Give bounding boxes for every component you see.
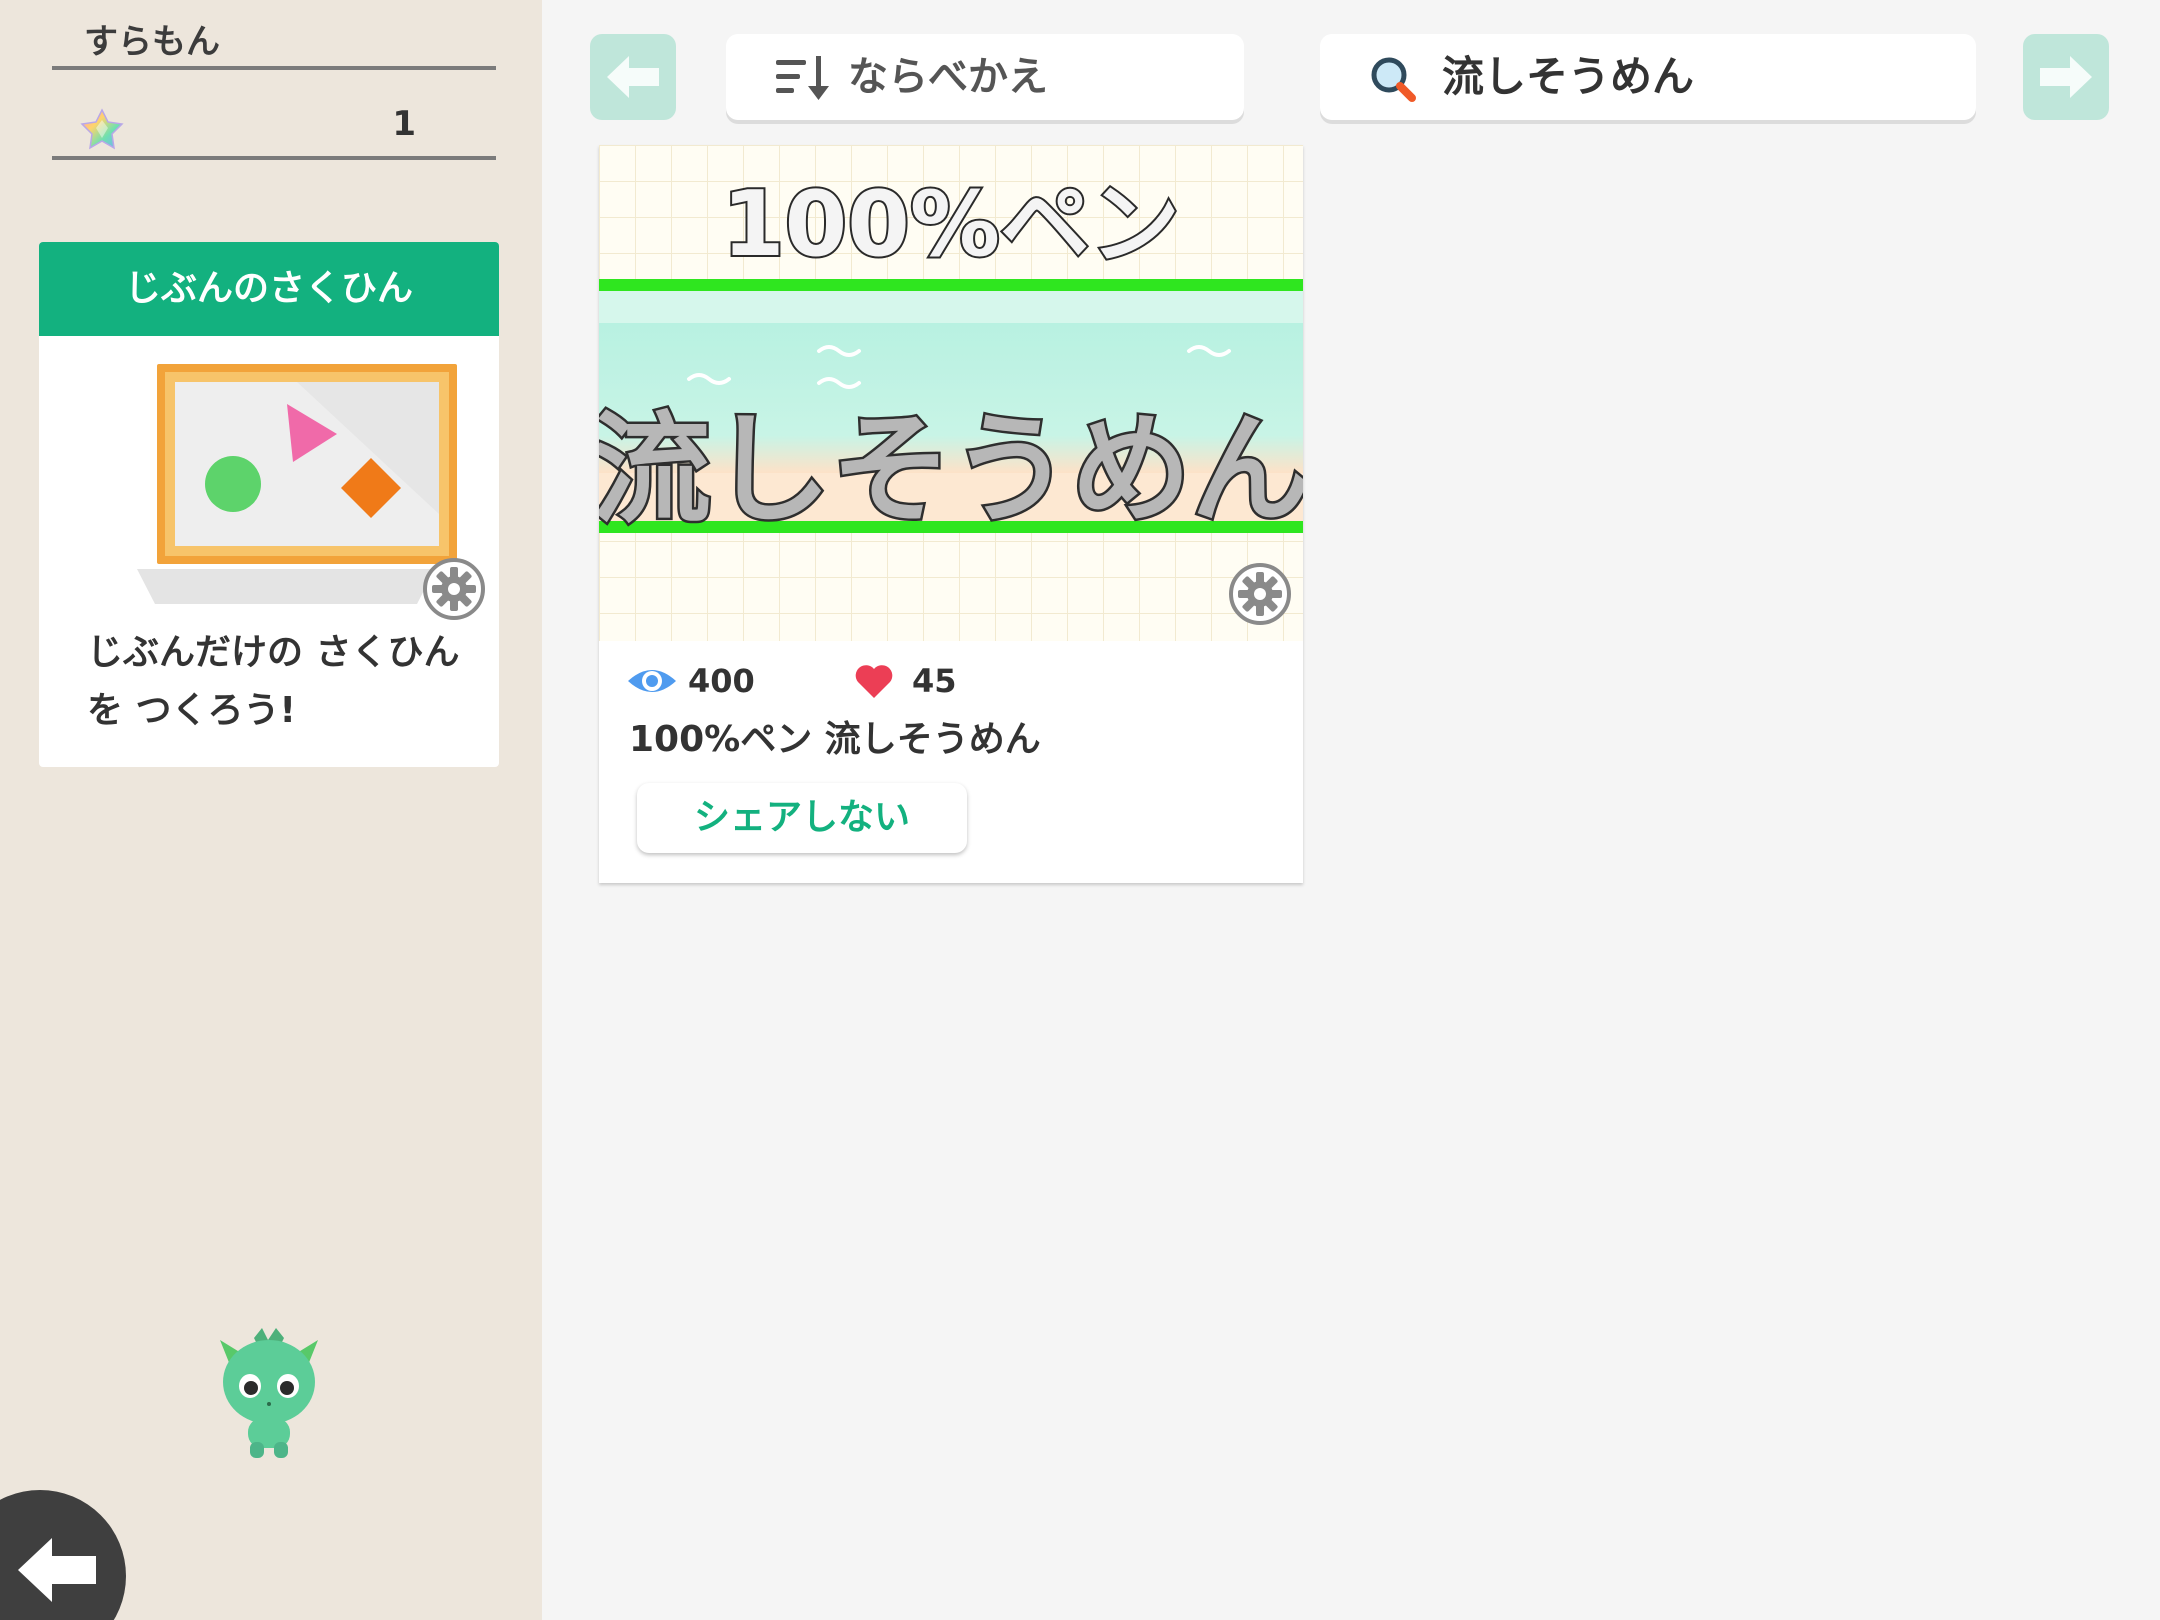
left-arrow-icon <box>18 1538 96 1602</box>
gem-count: 1 <box>392 104 416 144</box>
thumbnail-bottom-text: 流しそうめん <box>599 401 1303 540</box>
gear-icon[interactable] <box>1229 563 1291 625</box>
thumbnail-top-text: 100%ペン <box>722 172 1180 277</box>
next-page-button[interactable] <box>2023 34 2109 120</box>
own-works-header: じぶんのさくひん <box>39 242 499 336</box>
sort-icon <box>776 56 829 100</box>
work-thumbnail[interactable]: 100%ペン 流しそうめん <box>599 145 1303 641</box>
eye-icon <box>628 670 676 692</box>
search-input[interactable]: 流しそうめん <box>1320 34 1976 120</box>
heart-icon <box>855 665 893 698</box>
right-arrow-icon <box>2040 56 2092 98</box>
mascot-character <box>220 1328 318 1458</box>
view-count: 400 <box>688 662 755 700</box>
gem-icon <box>80 108 124 150</box>
sidebar: すらもん 1 じぶんのさくひん じぶんだけの さくひんを つくろう! <box>0 0 542 1620</box>
own-works-card[interactable]: じぶんのさくひん じぶんだけの さくひんを つくろう! <box>39 242 499 767</box>
left-arrow-icon <box>607 56 659 98</box>
sort-label: ならべかえ <box>848 54 1048 100</box>
app-root: すらもん 1 じぶんのさくひん じぶんだけの さくひんを つくろう! ならべかえ… <box>0 0 2160 1620</box>
unshare-button[interactable]: シェアしない <box>637 783 967 853</box>
gear-icon[interactable] <box>423 558 485 620</box>
picture-frame-icon <box>137 364 457 604</box>
work-title: 100%ペン 流しそうめん <box>629 719 1041 760</box>
gem-counter: 1 <box>52 96 496 160</box>
back-button[interactable] <box>0 1490 126 1620</box>
sort-button[interactable]: ならべかえ <box>726 34 1244 120</box>
username: すらもん <box>52 18 496 70</box>
previous-page-button[interactable] <box>590 34 676 120</box>
like-count: 45 <box>912 662 957 700</box>
search-value: 流しそうめん <box>1442 52 1695 101</box>
work-card[interactable]: 100%ペン 流しそうめん 400 45 100%ペン 流しそうめん シェアしな… <box>599 145 1303 883</box>
search-icon <box>1371 57 1416 102</box>
create-work-message: じぶんだけの さくひんを つくろう! <box>87 632 460 731</box>
